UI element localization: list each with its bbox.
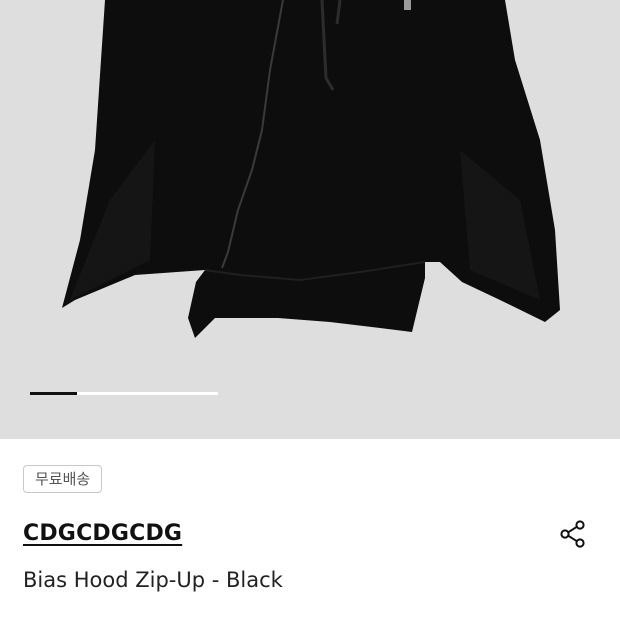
free-shipping-badge: 무료배송 [23, 465, 103, 493]
product-detail-page: 무료배송 CDGCDGCDG Bias Hood Zip-Up - Black [0, 0, 620, 620]
product-image[interactable] [0, 0, 620, 439]
share-button[interactable] [555, 516, 591, 552]
slide-progress-track [30, 392, 218, 395]
product-image-gallery[interactable] [0, 0, 620, 439]
product-name: Bias Hood Zip-Up - Black [23, 568, 283, 592]
slide-progress-indicator [30, 392, 77, 395]
brand-link[interactable]: CDGCDGCDG [23, 519, 182, 549]
share-icon [560, 520, 585, 548]
